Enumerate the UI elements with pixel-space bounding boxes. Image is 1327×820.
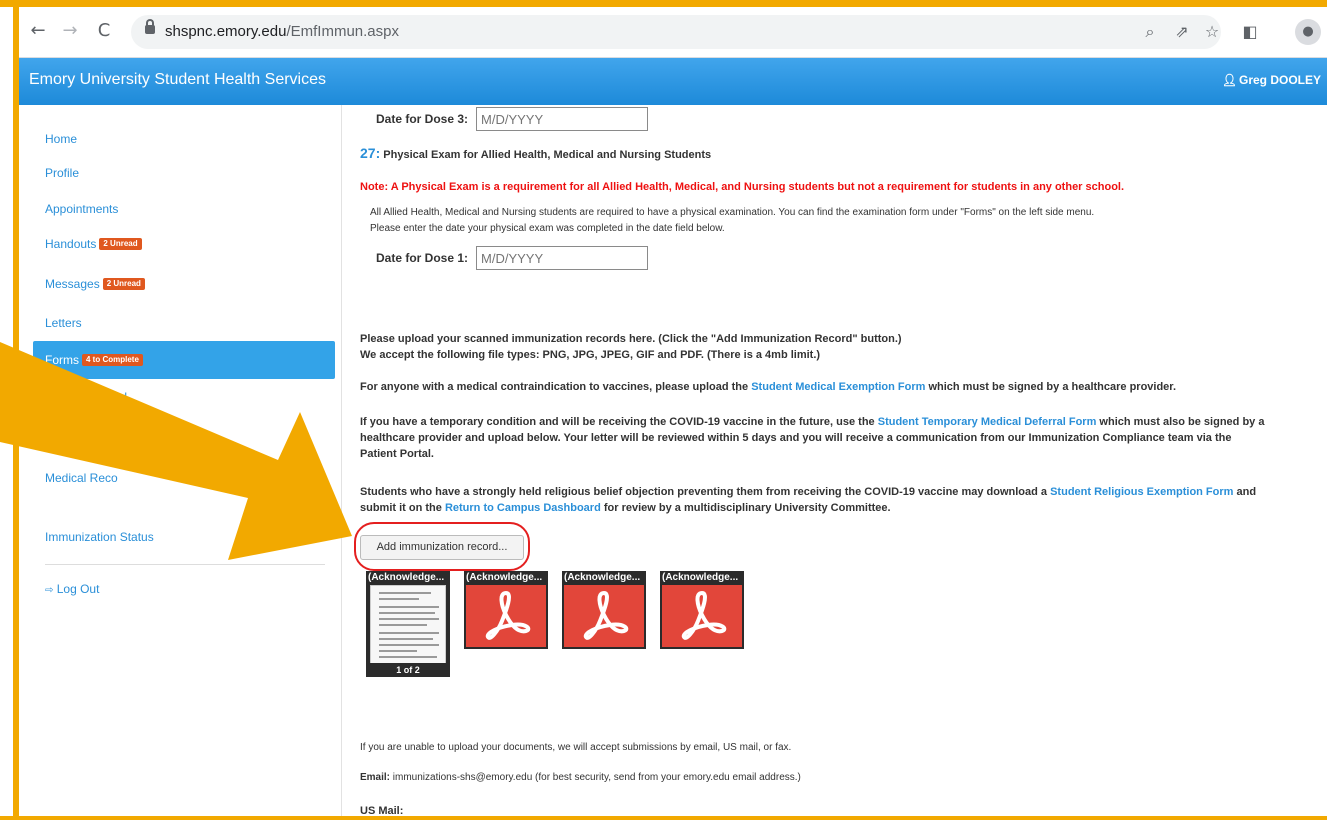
pdf-icon	[564, 585, 644, 647]
screenshot-frame-bottom	[0, 816, 1327, 820]
page-count: 1 of 2	[366, 663, 450, 677]
pdf-icon	[662, 585, 742, 647]
highlight-circle	[354, 522, 530, 571]
logout-link[interactable]: ⇨ Log Out	[33, 577, 333, 601]
unread-badge: 2 Unread	[102, 278, 145, 290]
sidebar-divider	[45, 564, 325, 565]
instruction-text: Please enter the date your physical exam…	[370, 223, 725, 234]
app-header: Emory University Student Health Services…	[19, 58, 1327, 105]
forward-arrow-icon[interactable]: →	[59, 20, 81, 42]
sidebar-item-insurance-card[interactable]: Insurance Card	[33, 385, 333, 409]
user-menu[interactable]: 👤︎ Greg DOOLEY	[1222, 73, 1321, 87]
return-to-campus-link[interactable]: Return to Campus Dashboard	[445, 502, 601, 514]
sidebar-item-medical-records[interactable]: Medical Reco	[33, 466, 333, 490]
bookmark-star-icon[interactable]: ☆	[1201, 21, 1223, 43]
app-title[interactable]: Emory University Student Health Services	[29, 71, 326, 89]
user-icon: 👤︎	[1221, 73, 1237, 87]
unread-badge: 2 Unread	[99, 238, 142, 250]
deferral-text: If you have a temporary condition and wi…	[360, 416, 1265, 460]
sidebar-item-handouts[interactable]: Handouts 2 Unread	[33, 232, 333, 256]
attachment-thumbnail[interactable]: (Acknowledge...	[562, 571, 646, 649]
sidebar-item-appointments[interactable]: Appointments	[33, 197, 333, 221]
sidebar-item-messages[interactable]: Messages 2 Unread	[33, 272, 333, 296]
alternate-submission-text: If you are unable to upload your documen…	[360, 742, 792, 753]
medical-exemption-link[interactable]: Student Medical Exemption Form	[751, 381, 925, 393]
attachment-thumbnail[interactable]: (Acknowledge...	[464, 571, 548, 649]
back-arrow-icon[interactable]: ←	[27, 20, 49, 42]
religious-exemption-text: Students who have a strongly held religi…	[360, 486, 1257, 514]
email-info: Email: immunizations-shs@emory.edu (for …	[360, 772, 801, 783]
address-bar[interactable]: shspnc.emory.edu/EmfImmun.aspx	[131, 15, 1221, 49]
pdf-icon	[466, 585, 546, 647]
sidebar-item-letters[interactable]: Letters	[33, 311, 333, 335]
profile-avatar-icon[interactable]: ●	[1295, 19, 1321, 45]
side-panel-icon[interactable]: ◧	[1239, 21, 1261, 43]
url-text[interactable]: shspnc.emory.edu/EmfImmun.aspx	[165, 23, 399, 40]
lock-icon	[145, 19, 155, 34]
physical-exam-note: Note: A Physical Exam is a requirement f…	[360, 181, 1125, 193]
attachment-thumbnail[interactable]: (Acknowledge... 1 of 2	[366, 571, 450, 677]
reload-icon[interactable]: C	[93, 20, 115, 42]
main-content: Date for Dose 3: 27: Physical Exam for A…	[342, 105, 1327, 817]
religious-exemption-link[interactable]: Student Religious Exemption Form	[1050, 486, 1233, 498]
browser-toolbar: ← → C shspnc.emory.edu/EmfImmun.aspx ⌕ ⇗…	[19, 7, 1327, 58]
instruction-text: All Allied Health, Medical and Nursing s…	[370, 207, 1095, 218]
attachment-thumbnail[interactable]: (Acknowledge...	[660, 571, 744, 649]
document-preview	[370, 585, 446, 667]
medical-deferral-link[interactable]: Student Temporary Medical Deferral Form	[878, 416, 1097, 428]
to-complete-badge: 4 to Complete	[82, 354, 143, 366]
medical-exemption-text: For anyone with a medical contraindicati…	[360, 381, 1177, 393]
screenshot-frame-top	[0, 0, 1327, 7]
share-icon[interactable]: ⇗	[1171, 21, 1193, 43]
dose1-label: Date for Dose 1:	[376, 251, 469, 265]
sidebar-item-profile[interactable]: Profile	[33, 161, 333, 185]
sidebar-item-home[interactable]: Home	[33, 127, 333, 151]
us-mail-label: US Mail:	[360, 805, 404, 817]
upload-instructions: Please upload your scanned immunization …	[360, 333, 902, 361]
zoom-icon[interactable]: ⌕	[1139, 21, 1161, 43]
user-name: Greg DOOLEY	[1238, 73, 1321, 87]
dose3-label: Date for Dose 3:	[376, 112, 469, 126]
question-title: 27: Physical Exam for Allied Health, Med…	[360, 145, 712, 161]
sidebar-item-forms[interactable]: Forms 4 to Complete	[33, 341, 335, 379]
sidebar-item-immunization-status[interactable]: Immunization Status	[33, 525, 333, 549]
sidebar-nav: Home Profile Appointments Handouts 2 Unre…	[19, 105, 342, 816]
logout-icon: ⇨	[45, 585, 54, 596]
dose3-date-input[interactable]	[476, 107, 648, 131]
dose1-date-input[interactable]	[476, 246, 648, 270]
